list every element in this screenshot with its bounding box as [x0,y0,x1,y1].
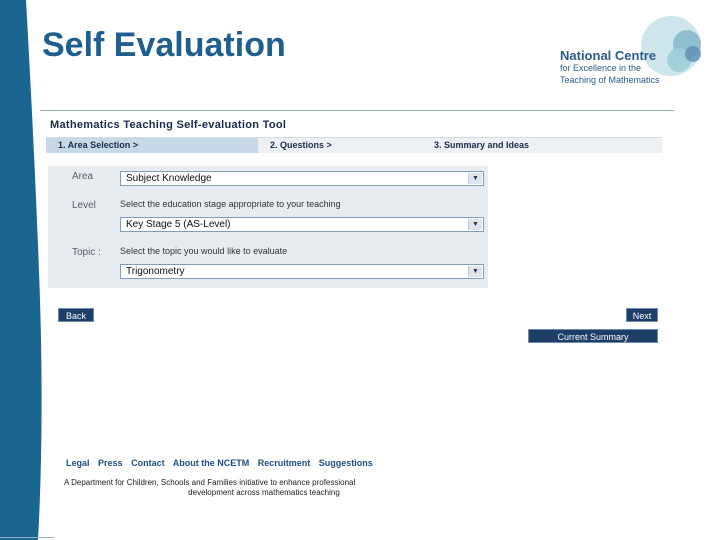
ncetm-logo: National Centre for Excellence in the Te… [555,14,715,94]
bottom-divider [0,537,54,538]
left-decorative-band [0,0,42,540]
chevron-down-icon[interactable]: ▼ [468,219,482,230]
footer-link-legal[interactable]: Legal [66,458,90,468]
footer-link-suggestions[interactable]: Suggestions [319,458,373,468]
topic-select-value: Trigonometry [126,266,185,277]
slide-title: Self Evaluation [42,26,286,64]
topic-select[interactable]: Trigonometry ▼ [120,264,484,279]
area-select[interactable]: Subject Knowledge ▼ [120,171,484,186]
footer-links: Legal Press Contact About the NCETM Recr… [66,458,379,468]
tool-title: Mathematics Teaching Self-evaluation Too… [50,119,287,131]
header-divider [40,110,674,111]
logo-subtitle-2: Teaching of Mathematics [560,75,660,85]
back-button[interactable]: Back [58,308,94,322]
tab-summary-and-ideas[interactable]: 3. Summary and Ideas [422,138,662,153]
area-select-value: Subject Knowledge [126,173,212,184]
logo-subtitle-1: for Excellence in the [560,63,642,73]
chevron-down-icon[interactable]: ▼ [468,266,482,277]
footer-line-1: A Department for Children, Schools and F… [64,478,356,487]
logo-name: National Centre [560,48,657,63]
step-tabs: 1. Area Selection > 2. Questions > 3. Su… [46,137,662,153]
next-button[interactable]: Next [626,308,658,322]
topic-label: Topic : [72,247,101,258]
level-label: Level [72,200,96,211]
footer-link-recruitment[interactable]: Recruitment [258,458,311,468]
footer-description: A Department for Children, Schools and F… [64,478,464,498]
tab-area-selection[interactable]: 1. Area Selection > [46,138,258,153]
level-hint: Select the education stage appropriate t… [120,199,341,209]
footer-link-about[interactable]: About the NCETM [173,458,250,468]
level-select-value: Key Stage 5 (AS-Level) [126,219,231,230]
current-summary-button[interactable]: Current Summary [528,329,658,343]
topic-hint: Select the topic you would like to evalu… [120,246,288,256]
area-selection-form: Area Subject Knowledge ▼ Level Select th… [48,166,488,288]
footer-link-contact[interactable]: Contact [131,458,165,468]
footer-link-press[interactable]: Press [98,458,123,468]
area-label: Area [72,171,94,182]
footer-line-2: development across mathematics teaching [188,488,340,497]
level-select[interactable]: Key Stage 5 (AS-Level) ▼ [120,217,484,232]
chevron-down-icon[interactable]: ▼ [468,173,482,184]
tab-questions[interactable]: 2. Questions > [258,138,422,153]
